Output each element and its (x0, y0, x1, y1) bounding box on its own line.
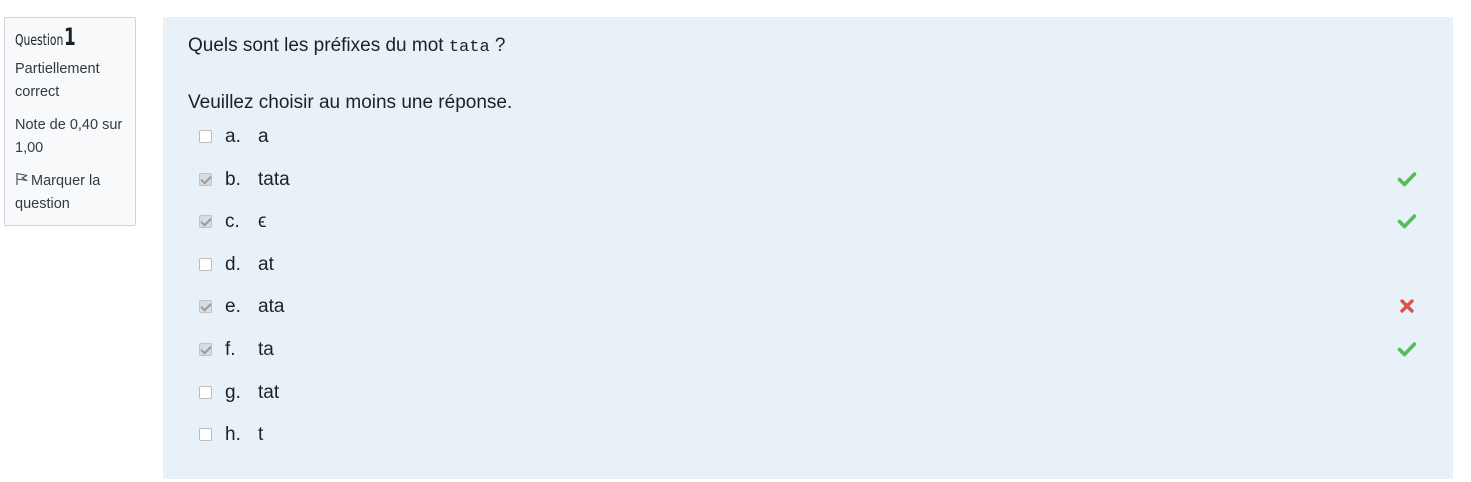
answer-checkbox[interactable] (199, 300, 212, 314)
answer-letter: d. (225, 253, 241, 275)
answer-checkbox[interactable] (199, 385, 212, 399)
question-text-after: ? (489, 35, 506, 56)
correct-check-icon (1397, 342, 1417, 357)
answer-letter: c. (225, 211, 240, 233)
answer-letter: f. (225, 339, 236, 360)
answer-prompt: Veuillez choisir au moins une réponse. (188, 92, 513, 113)
question-number-line: Question 1 (15, 25, 126, 49)
answer-text: ta (258, 339, 274, 360)
question-label: Question (15, 31, 64, 49)
flag-icon (16, 172, 28, 185)
answer-text: ata (258, 296, 285, 318)
correct-check-icon (1397, 214, 1417, 229)
question-content: Quels sont les préfixes du mot tata ? Ve… (163, 17, 1453, 479)
question-text-before: Quels sont les préfixes du mot (188, 35, 449, 56)
answer-letter: e. (225, 296, 241, 318)
answer-checkbox[interactable] (199, 257, 212, 271)
answer-checkbox[interactable] (199, 172, 212, 186)
answer-text: t (258, 424, 264, 446)
correct-check-icon (1397, 171, 1417, 186)
answer-letter: b. (225, 168, 241, 190)
question-number: 1 (64, 23, 76, 51)
answer-option[interactable]: e. ata (199, 294, 1419, 322)
answer-letter: a. (225, 126, 241, 147)
answer-option[interactable]: g. tat (199, 380, 1419, 408)
answer-option[interactable]: f. ta (199, 337, 1419, 365)
question-state: Partiellement correct (15, 61, 100, 100)
answer-option[interactable]: c. ϵ (199, 209, 1419, 237)
flag-question-link[interactable]: Marquer la question (15, 170, 126, 215)
answer-text: tat (258, 381, 280, 403)
answer-option[interactable]: b. tata (199, 167, 1419, 195)
question-grade: Note de 0,40 sur 1,00 (15, 117, 123, 156)
question-info-panel: Question 1 Partiellement correct Note de… (4, 17, 136, 226)
question-text: Quels sont les préfixes du mot tata ? (188, 34, 506, 60)
answer-text: a (258, 126, 269, 147)
answer-letter: h. (225, 424, 241, 446)
answer-checkbox[interactable] (199, 428, 212, 442)
answer-checkbox[interactable] (199, 343, 212, 356)
answer-text: tata (258, 168, 290, 190)
question-code-word: tata (448, 38, 490, 57)
answer-option[interactable]: d. at (199, 252, 1419, 280)
answer-checkbox[interactable] (199, 215, 212, 229)
answer-letter: g. (225, 381, 241, 403)
answer-text: at (258, 253, 274, 275)
answer-text: ϵ (258, 211, 267, 233)
quiz-page: Question 1 Partiellement correct Note de… (0, 0, 1471, 482)
answer-option[interactable]: a. a (199, 124, 1419, 152)
incorrect-cross-icon (1400, 299, 1414, 314)
answer-checkbox[interactable] (199, 130, 212, 143)
answer-option[interactable]: h. t (199, 422, 1419, 450)
